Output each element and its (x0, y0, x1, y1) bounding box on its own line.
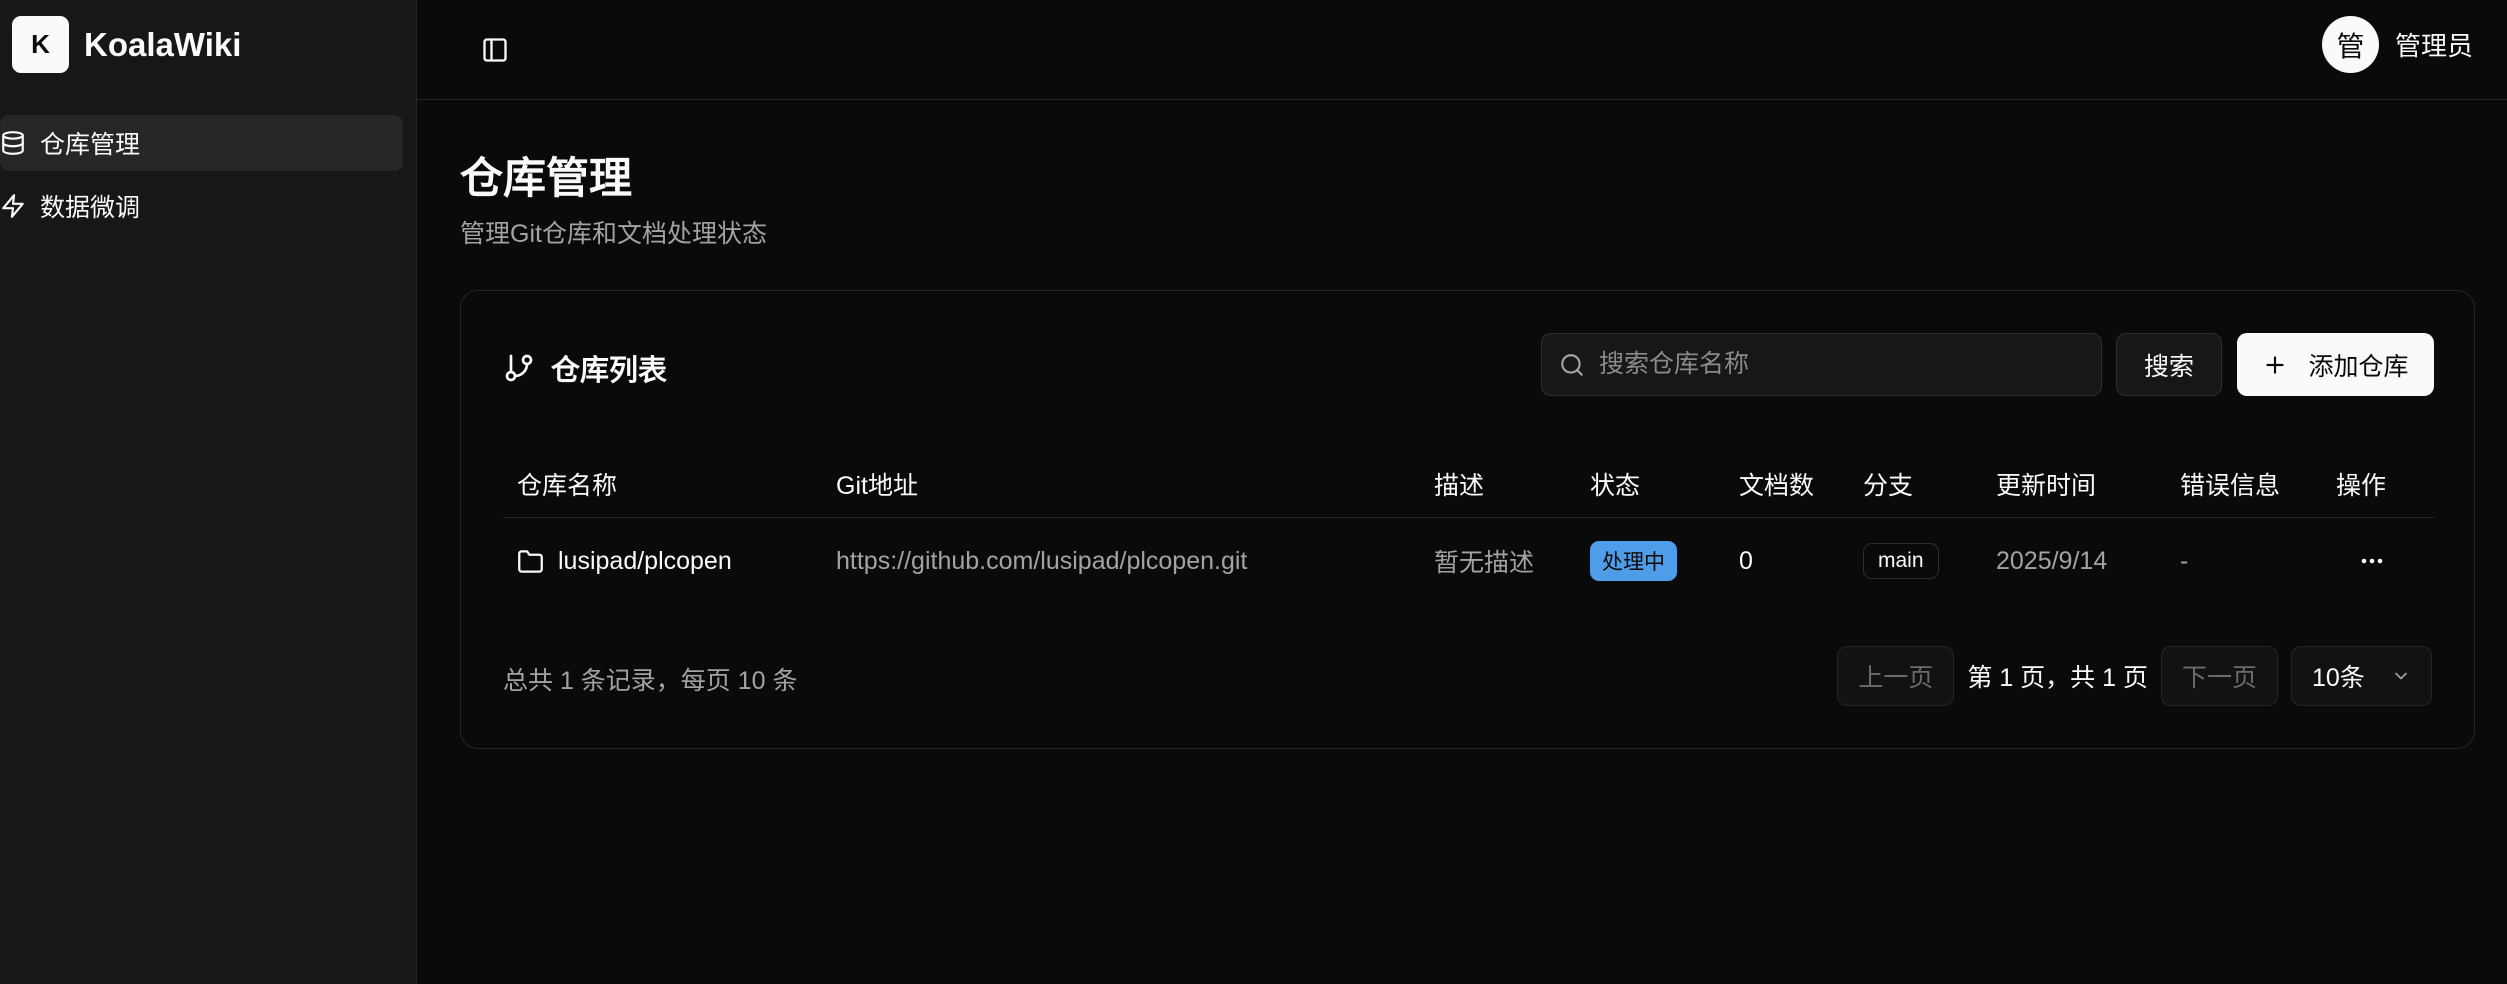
sidebar-item-label: 仓库管理 (40, 131, 141, 159)
git-url-cell: https://github.com/lusipad/plcopen.git (836, 546, 1248, 575)
plus-icon (2266, 355, 2285, 374)
sidebar-nav: 仓库管理 数据微调 (0, 115, 403, 241)
git-branch-icon (505, 354, 533, 382)
page-size-select[interactable]: 10条 (2291, 646, 2432, 706)
next-page-button[interactable]: 下一页 (2160, 646, 2278, 706)
status-cell: 处理中 (1576, 518, 1725, 605)
col-header-description: 描述 (1420, 451, 1576, 518)
actions-cell (2322, 518, 2434, 605)
col-header-git-url: Git地址 (822, 451, 1420, 518)
sidebar-item-data-finetune[interactable]: 数据微调 (0, 178, 403, 234)
table-header-row: 仓库名称 Git地址 描述 状态 文档数 分支 更新时间 错误信息 操作 (503, 451, 2434, 518)
add-repo-label: 添加仓库 (2308, 352, 2409, 381)
database-icon (2, 131, 24, 155)
repo-name: lusipad/plcopen (558, 546, 732, 575)
col-header-branch: 分支 (1849, 451, 1982, 518)
page-info: 第 1 页，共 1 页 (1967, 664, 2148, 692)
branch-badge: main (1863, 543, 1939, 579)
user-name: 管理员 (2394, 31, 2473, 61)
panel-left-icon (483, 38, 507, 62)
description-cell: 暂无描述 (1434, 549, 1535, 577)
col-header-error: 错误信息 (2166, 451, 2322, 518)
add-repo-button[interactable]: 添加仓库 (2237, 333, 2434, 396)
col-header-doc-count: 文档数 (1725, 451, 1849, 518)
brand-logo: K (12, 16, 69, 73)
col-header-actions: 操作 (2322, 451, 2434, 518)
col-header-updated: 更新时间 (1982, 451, 2166, 518)
updated-cell: 2025/9/14 (1996, 546, 2108, 575)
search-icon (1561, 353, 1583, 376)
page-size-value: 10条 (2312, 664, 2365, 692)
pagination: 上一页 第 1 页，共 1 页 下一页 10条 (1837, 646, 2432, 706)
card-title: 仓库列表 (551, 355, 668, 387)
topbar: 管 管理员 (417, 0, 2507, 100)
sidebar-item-repo-management[interactable]: 仓库管理 (0, 115, 403, 171)
folder-icon (518, 549, 543, 573)
table-row[interactable]: lusipad/plcopen https://github.com/lusip… (503, 518, 2434, 605)
page-subtitle: 管理Git仓库和文档处理状态 (460, 220, 767, 248)
user-menu[interactable]: 管 管理员 (2321, 16, 2473, 73)
total-records: 总共 1 条记录，每页 10 条 (503, 667, 798, 695)
search-input[interactable] (1597, 349, 2081, 380)
sidebar-toggle-button[interactable] (467, 22, 523, 78)
page-title: 仓库管理 (460, 155, 632, 203)
repo-name-cell[interactable]: lusipad/plcopen (503, 518, 822, 605)
repo-table: 仓库名称 Git地址 描述 状态 文档数 分支 更新时间 错误信息 操作 lus… (503, 451, 2434, 604)
col-header-status: 状态 (1576, 451, 1725, 518)
repo-list-card: 仓库列表 搜索 添加仓库 仓库名称 Git地址 描述 状态 文档数 分支 更新时… (460, 290, 2475, 749)
more-horizontal-icon (2361, 558, 2383, 564)
col-header-repo-name: 仓库名称 (503, 451, 822, 518)
chevron-down-icon (2395, 672, 2407, 680)
prev-page-button[interactable]: 上一页 (1837, 646, 1955, 706)
row-actions-button[interactable] (2352, 546, 2392, 576)
avatar: 管 (2321, 16, 2379, 73)
zap-icon (2, 194, 24, 218)
brand-name: KoalaWiki (84, 25, 242, 63)
status-badge: 处理中 (1590, 541, 1677, 581)
error-cell: - (2180, 546, 2189, 575)
doc-count-cell: 0 (1739, 546, 1753, 575)
search-field[interactable] (1541, 333, 2102, 396)
card-header: 仓库列表 (503, 347, 667, 389)
branch-cell: main (1849, 518, 1982, 605)
brand[interactable]: K KoalaWiki (12, 16, 241, 73)
sidebar-item-label: 数据微调 (40, 194, 141, 222)
sidebar: K KoalaWiki 仓库管理 数据微调 (0, 0, 417, 984)
search-button[interactable]: 搜索 (2116, 333, 2222, 396)
